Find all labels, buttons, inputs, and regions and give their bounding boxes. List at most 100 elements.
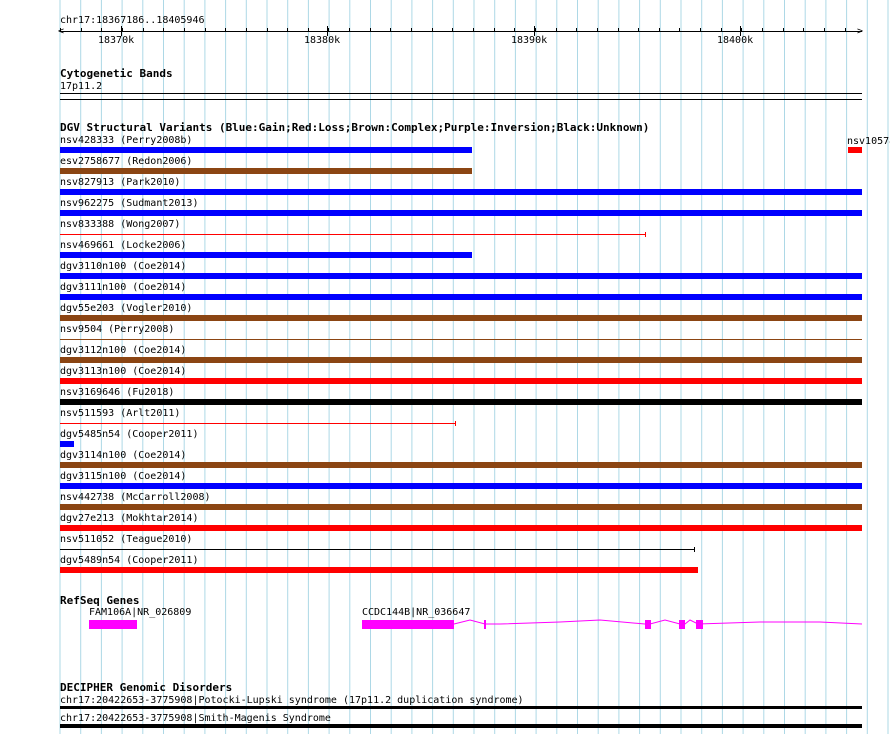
ruler-minor-tick: [390, 28, 391, 31]
dgv-variant-label[interactable]: dgv3113n100 (Coe2014): [60, 366, 186, 377]
dgv-variant-label[interactable]: nsv469661 (Locke2006): [60, 240, 186, 251]
gene-ccdc144b-exon-2: [484, 620, 486, 629]
dgv-variant-bar[interactable]: [60, 378, 862, 384]
dgv-variant-label[interactable]: dgv5489n54 (Cooper2011): [60, 555, 198, 566]
gene-ccdc144b-exon-1: [362, 620, 454, 629]
ruler-minor-tick: [556, 28, 557, 31]
gene-ccdc144b-exon-3: [645, 620, 651, 629]
dgv-variant-label[interactable]: nsv428333 (Perry2008b): [60, 135, 192, 146]
cytoband-bar-bottom: [60, 99, 862, 100]
ruler-minor-tick: [328, 28, 329, 31]
dgv-variant-label[interactable]: dgv5485n54 (Cooper2011): [60, 429, 198, 440]
cytoband-track-title[interactable]: Cytogenetic Bands: [60, 68, 173, 80]
dgv-variant-bar[interactable]: [60, 339, 862, 340]
genome-browser-panel: chr17:18367186..18405946 < > 18370k 1838…: [0, 0, 890, 734]
ruler-minor-tick: [432, 28, 433, 31]
ruler-minor-tick: [163, 28, 164, 31]
ruler-minor-tick: [184, 28, 185, 31]
dgv-variant-label[interactable]: dgv3112n100 (Coe2014): [60, 345, 186, 356]
ruler-tick-label-18390k: 18390k: [511, 35, 548, 46]
dgv-variant-endcap: [694, 547, 695, 552]
dgv-variant-bar[interactable]: [60, 315, 862, 321]
ruler-minor-tick: [762, 28, 763, 31]
ruler-tick-label-18370k: 18370k: [98, 35, 135, 46]
ruler-location: chr17:18367186..18405946: [60, 15, 205, 26]
dgv-variant-bar[interactable]: [60, 504, 862, 510]
cytoband-label: 17p11.2: [60, 81, 103, 92]
ruler-minor-tick: [741, 28, 742, 31]
dgv-variant-bar[interactable]: [60, 273, 862, 279]
decipher-track-title[interactable]: DECIPHER Genomic Disorders: [60, 682, 232, 694]
dgv-variant-label[interactable]: nsv833388 (Wong2007): [60, 219, 180, 230]
dgv-variant-bar[interactable]: [60, 567, 698, 573]
dgv-variant-label[interactable]: dgv3115n100 (Coe2014): [60, 471, 186, 482]
ruler-minor-tick: [638, 28, 639, 31]
decipher-entry-bar-2[interactable]: [60, 724, 862, 728]
dgv-variant-bar[interactable]: [60, 189, 862, 195]
ruler-minor-tick: [473, 28, 474, 31]
dgv-variant-label[interactable]: nsv3169646 (Fu2018): [60, 387, 174, 398]
ruler-minor-tick: [246, 28, 247, 31]
ruler-minor-tick: [597, 28, 598, 31]
ruler-minor-tick: [452, 28, 453, 31]
dgv-variant-bar[interactable]: [60, 147, 472, 153]
dgv-variant-bar[interactable]: [60, 423, 455, 424]
ruler-right-arrow: >: [857, 26, 864, 37]
ruler-minor-tick: [783, 28, 784, 31]
dgv-variant-bar[interactable]: [60, 210, 862, 216]
dgv-variant-bar[interactable]: [60, 168, 472, 174]
dgv-variant-bar[interactable]: [60, 483, 862, 489]
dgv-variant-label[interactable]: nsv827913 (Park2010): [60, 177, 180, 188]
dgv-variant-label[interactable]: dgv55e203 (Vogler2010): [60, 303, 192, 314]
ruler-minor-tick: [845, 28, 846, 31]
decipher-entry-label-2[interactable]: chr17:20422653-3775908|Smith-Magenis Syn…: [60, 713, 331, 724]
decipher-entry-bar-1[interactable]: [60, 706, 862, 709]
dgv-variant-bar[interactable]: [60, 357, 862, 363]
ruler-minor-tick: [60, 28, 61, 31]
dgv-side-feature[interactable]: [848, 147, 862, 153]
dgv-variant-label[interactable]: nsv962275 (Sudmant2013): [60, 198, 198, 209]
dgv-variant-bar[interactable]: [60, 549, 694, 550]
dgv-variant-label[interactable]: esv2758677 (Redon2006): [60, 156, 192, 167]
dgv-variant-label[interactable]: nsv442738 (McCarroll2008): [60, 492, 211, 503]
ruler-minor-tick: [308, 28, 309, 31]
dgv-variant-label[interactable]: dgv3110n100 (Coe2014): [60, 261, 186, 272]
ruler-minor-tick: [122, 28, 123, 31]
dgv-variant-label[interactable]: nsv511052 (Teague2010): [60, 534, 192, 545]
ruler-minor-tick: [370, 28, 371, 31]
ruler-minor-tick: [618, 28, 619, 31]
dgv-track-title[interactable]: DGV Structural Variants (Blue:Gain;Red:L…: [60, 122, 649, 134]
dgv-variant-bar[interactable]: [60, 462, 862, 468]
dgv-variant-bar[interactable]: [60, 294, 862, 300]
ruler-minor-tick: [267, 28, 268, 31]
decipher-entry-label-1[interactable]: chr17:20422653-3775908|Potocki-Lupski sy…: [60, 695, 524, 706]
ruler-minor-tick: [287, 28, 288, 31]
ruler-minor-tick: [721, 28, 722, 31]
ruler-minor-tick: [81, 28, 82, 31]
ruler-minor-tick: [576, 28, 577, 31]
dgv-variant-label[interactable]: nsv511593 (Arlt2011): [60, 408, 180, 419]
ruler-minor-tick: [101, 28, 102, 31]
cytoband-bar-top[interactable]: [60, 93, 862, 94]
dgv-side-label[interactable]: nsv10578: [847, 136, 890, 147]
dgv-variant-label[interactable]: dgv3114n100 (Coe2014): [60, 450, 186, 461]
ruler-minor-tick: [411, 28, 412, 31]
gene-ccdc144b-model[interactable]: [0, 614, 890, 634]
dgv-variant-bar[interactable]: [60, 525, 862, 531]
ruler-minor-tick: [535, 28, 536, 31]
dgv-variant-bar[interactable]: [60, 234, 645, 235]
ruler-left-arrow: <: [58, 26, 65, 37]
dgv-variant-label[interactable]: nsv9504 (Perry2008): [60, 324, 174, 335]
ruler-minor-tick: [143, 28, 144, 31]
dgv-variant-bar[interactable]: [60, 441, 74, 447]
ruler-minor-tick: [659, 28, 660, 31]
dgv-variant-bar[interactable]: [60, 252, 472, 258]
ruler-minor-tick: [349, 28, 350, 31]
dgv-variant-bar[interactable]: [60, 399, 862, 405]
ruler-minor-tick: [679, 28, 680, 31]
dgv-variant-label[interactable]: dgv27e213 (Mokhtar2014): [60, 513, 198, 524]
dgv-variant-label[interactable]: dgv3111n100 (Coe2014): [60, 282, 186, 293]
refseq-track-title[interactable]: RefSeq Genes: [60, 595, 139, 607]
ruler-minor-tick: [700, 28, 701, 31]
ruler-minor-tick: [514, 28, 515, 31]
